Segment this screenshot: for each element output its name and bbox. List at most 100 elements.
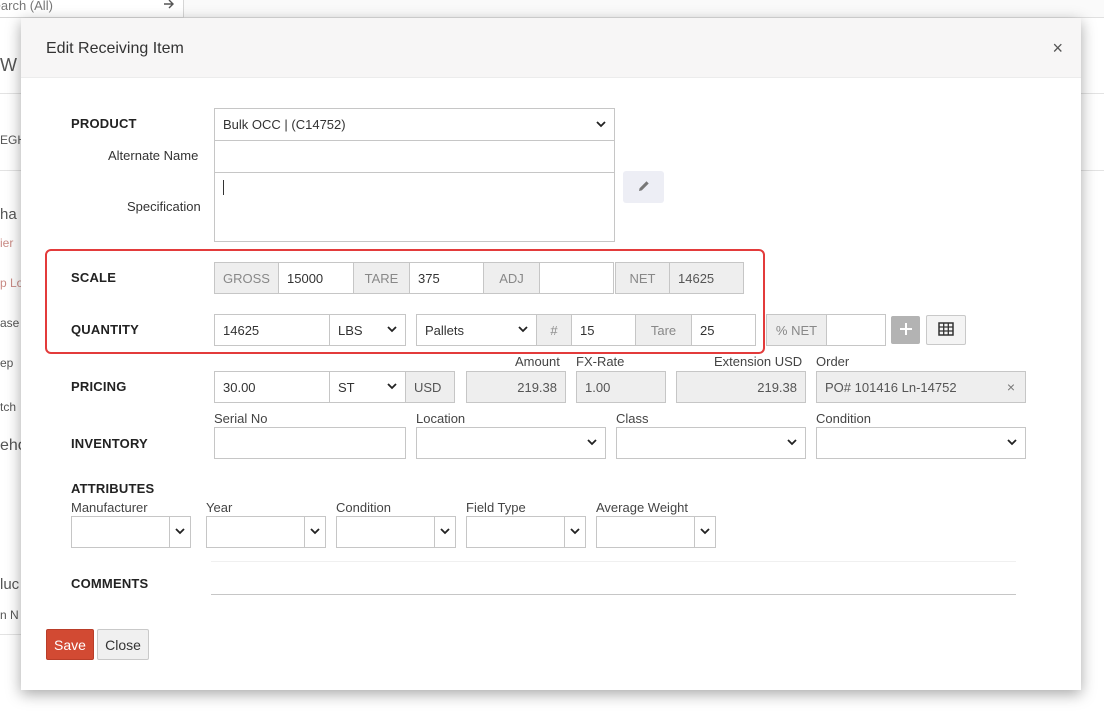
chevron-down-icon xyxy=(596,119,606,131)
close-button[interactable]: Close xyxy=(97,629,149,660)
fx-rate-value: 1.00 xyxy=(585,379,611,395)
year-select[interactable] xyxy=(206,516,326,548)
chevron-down-icon xyxy=(700,526,710,538)
background-topbar xyxy=(184,0,1104,18)
quantity-value: 14625 xyxy=(223,322,260,338)
edit-receiving-item-modal: Edit Receiving Item × PRODUCT Bulk OCC |… xyxy=(21,18,1081,690)
inventory-section-label: INVENTORY xyxy=(71,436,148,451)
background-divider xyxy=(0,170,21,171)
alternate-name-label: Alternate Name xyxy=(108,148,199,163)
pencil-icon xyxy=(637,179,651,196)
currency-value: USD xyxy=(414,379,442,395)
modal-header: Edit Receiving Item × xyxy=(21,18,1081,78)
container-grid-button[interactable] xyxy=(926,315,966,345)
inventory-condition-label: Condition xyxy=(816,411,871,426)
container-tare-label: Tare xyxy=(650,322,677,338)
attribute-condition-select[interactable] xyxy=(336,516,456,548)
amount-field: 219.38 xyxy=(466,371,566,403)
fx-rate-label: FX-Rate xyxy=(576,354,625,369)
extension-usd-value: 219.38 xyxy=(757,379,797,395)
background-fragment: ase xyxy=(0,316,20,330)
gross-label: GROSS xyxy=(223,270,270,286)
manufacturer-select[interactable] xyxy=(71,516,191,548)
background-divider xyxy=(0,634,21,635)
background-search-placeholder: Search (All) xyxy=(0,0,53,13)
chevron-down-icon xyxy=(518,324,528,336)
chevron-down-icon xyxy=(587,437,597,449)
serial-no-input[interactable] xyxy=(214,427,406,459)
location-select[interactable] xyxy=(416,427,606,459)
quantity-input[interactable]: 14625 xyxy=(214,314,330,346)
location-label: Location xyxy=(416,411,466,426)
inventory-condition-select[interactable] xyxy=(816,427,1026,459)
select-divider xyxy=(694,517,695,547)
edit-specification-button[interactable] xyxy=(623,171,664,203)
chevron-down-icon xyxy=(310,526,320,538)
specification-textarea[interactable] xyxy=(214,172,615,242)
tare-input[interactable]: 375 xyxy=(409,262,484,294)
background-divider xyxy=(1081,93,1104,94)
order-label: Order xyxy=(816,354,850,369)
net-label: NET xyxy=(629,270,656,286)
serial-no-label: Serial No xyxy=(214,411,268,426)
select-divider xyxy=(304,517,305,547)
pct-net-addon: % NET xyxy=(766,314,827,346)
tare-value: 375 xyxy=(418,270,440,286)
pct-net-input[interactable] xyxy=(826,314,886,346)
select-divider xyxy=(169,517,170,547)
background-divider xyxy=(0,93,21,94)
order-field[interactable]: PO# 101416 Ln-14752 × xyxy=(816,371,1026,403)
background-search-input[interactable]: Search (All) xyxy=(0,0,184,18)
container-tare-addon: Tare xyxy=(635,314,692,346)
field-type-select[interactable] xyxy=(466,516,586,548)
gross-addon: GROSS xyxy=(214,262,279,294)
quantity-section-label: QUANTITY xyxy=(71,322,140,337)
chevron-down-icon xyxy=(570,526,580,538)
tare-label: TARE xyxy=(364,270,399,286)
chevron-down-icon xyxy=(387,381,397,393)
container-tare-value: 25 xyxy=(700,322,715,338)
background-fragment: p Lo xyxy=(0,276,24,290)
average-weight-select[interactable] xyxy=(596,516,716,548)
container-tare-input[interactable]: 25 xyxy=(691,314,756,346)
text-cursor xyxy=(223,180,224,195)
quantity-unit-select[interactable]: LBS xyxy=(329,314,406,346)
grid-icon xyxy=(938,321,954,339)
alternate-name-input[interactable] xyxy=(214,140,615,173)
attributes-section-label: ATTRIBUTES xyxy=(71,481,155,496)
count-input[interactable]: 15 xyxy=(571,314,636,346)
adj-addon: ADJ xyxy=(483,262,540,294)
price-unit-select[interactable]: ST xyxy=(329,371,406,403)
class-select[interactable] xyxy=(616,427,806,459)
adj-input[interactable] xyxy=(539,262,614,294)
order-value: PO# 101416 Ln-14752 xyxy=(825,379,957,395)
extension-usd-label: Extension USD xyxy=(714,354,803,369)
net-addon: NET xyxy=(615,262,670,294)
clear-order-icon[interactable]: × xyxy=(1007,379,1015,395)
specification-label: Specification xyxy=(127,199,201,214)
save-button[interactable]: Save xyxy=(46,629,94,660)
chevron-down-icon xyxy=(387,324,397,336)
gross-input[interactable]: 15000 xyxy=(278,262,354,294)
count-label: # xyxy=(550,322,558,338)
extension-usd-field: 219.38 xyxy=(676,371,806,403)
amount-value: 219.38 xyxy=(517,379,557,395)
net-value: 14625 xyxy=(678,270,715,286)
modal-title: Edit Receiving Item xyxy=(46,40,184,57)
price-input[interactable]: 30.00 xyxy=(214,371,330,403)
year-label: Year xyxy=(206,500,233,515)
add-container-button[interactable] xyxy=(891,316,920,344)
comments-input[interactable] xyxy=(211,561,1016,595)
chevron-down-icon xyxy=(1007,437,1017,449)
container-type-select[interactable]: Pallets xyxy=(416,314,537,346)
close-icon[interactable]: × xyxy=(1052,38,1063,59)
count-addon: # xyxy=(536,314,572,346)
plus-icon xyxy=(899,322,913,339)
product-select[interactable]: Bulk OCC | (C14752) xyxy=(214,108,615,141)
background-fragment: n N xyxy=(0,608,19,622)
arrow-right-icon[interactable] xyxy=(163,0,175,13)
gross-value: 15000 xyxy=(287,270,324,286)
container-type-value: Pallets xyxy=(425,322,465,338)
product-selected-value: Bulk OCC | (C14752) xyxy=(223,117,346,132)
average-weight-label: Average Weight xyxy=(596,500,689,515)
